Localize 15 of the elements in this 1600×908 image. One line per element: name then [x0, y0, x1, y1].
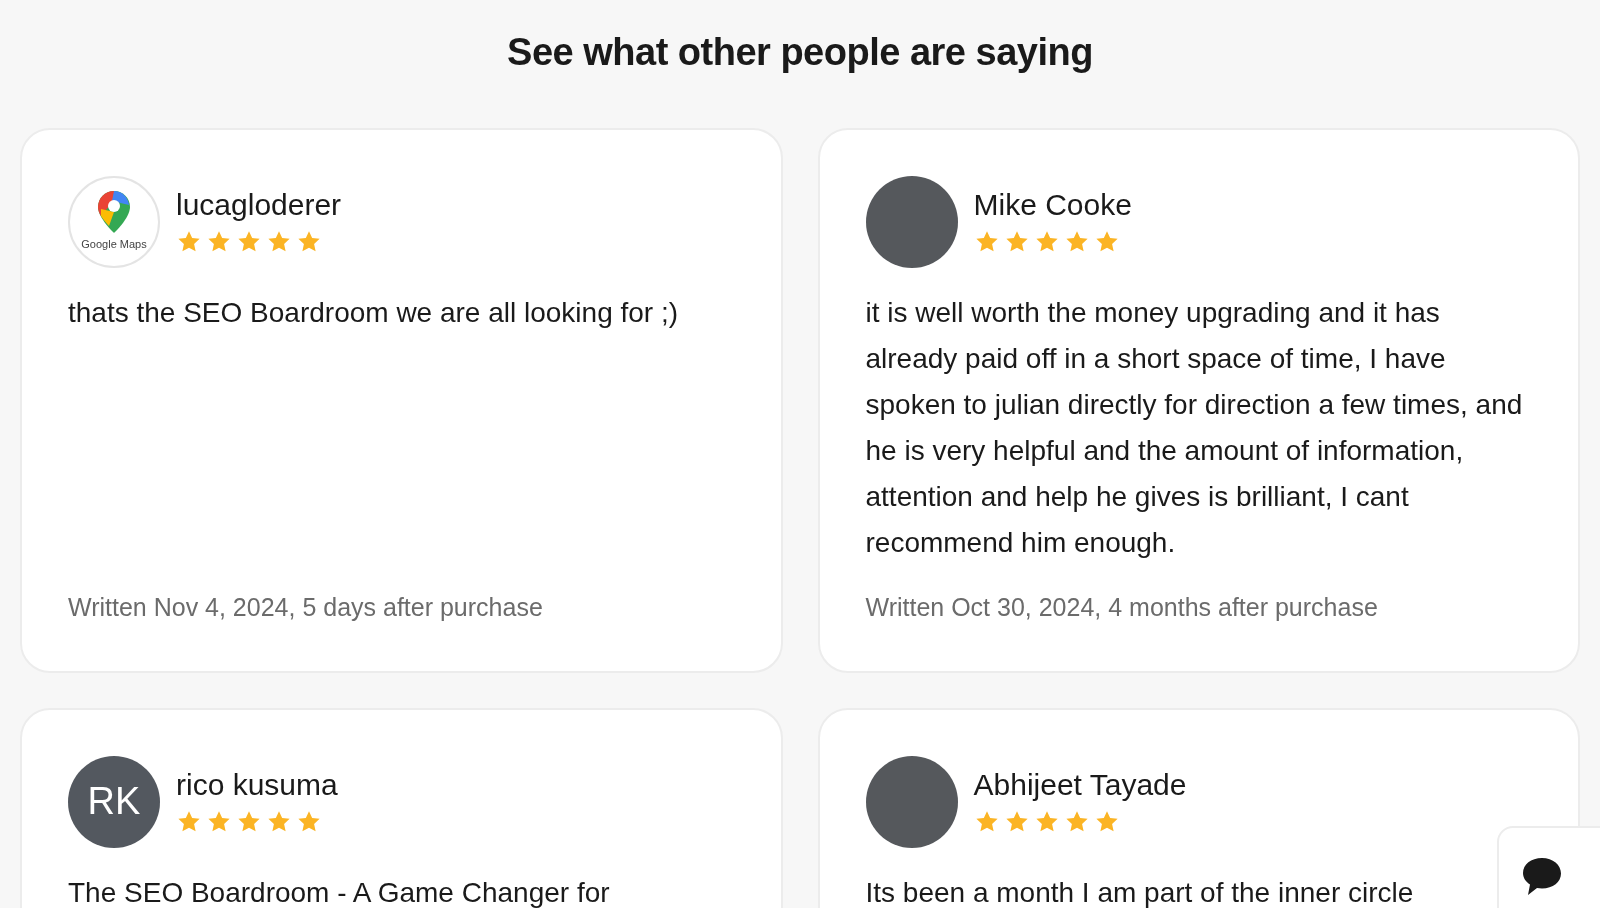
chat-bubble-icon — [1521, 855, 1563, 897]
review-date: Written Oct 30, 2024, 4 months after purchase — [865, 592, 1379, 624]
review-text: Its been a month I am part of the inner circle — [865, 875, 1415, 908]
section-heading: See what other people are saying — [506, 30, 1094, 75]
reviewer-name: rico kusuma — [176, 768, 338, 802]
logo-text: Google Maps — [81, 237, 147, 253]
reviewer-name: lucagloderer — [176, 188, 342, 222]
reviewer-name: Abhijeet Tayade — [973, 768, 1187, 802]
review-text: thats the SEO Boardroom we are all looking for ;) — [68, 295, 680, 330]
review-text: The SEO Boardroom - A Game Changer for — [68, 875, 611, 908]
review-text: it is well worth the money upgrading and it has already paid off in a short space of time, I have spoken to julian directly for direction a few times, and he is very helpful and the amount of information, attention and help he gives is brilliant, I cant recommend him enough. — [865, 295, 1524, 560]
initials-avatar: RK — [68, 755, 160, 848]
review-date: Written Nov 4, 2024, 5 days after purchase — [68, 592, 544, 624]
reviewer-name: Mike Cooke — [973, 188, 1132, 222]
map-pin-icon — [97, 190, 131, 235]
